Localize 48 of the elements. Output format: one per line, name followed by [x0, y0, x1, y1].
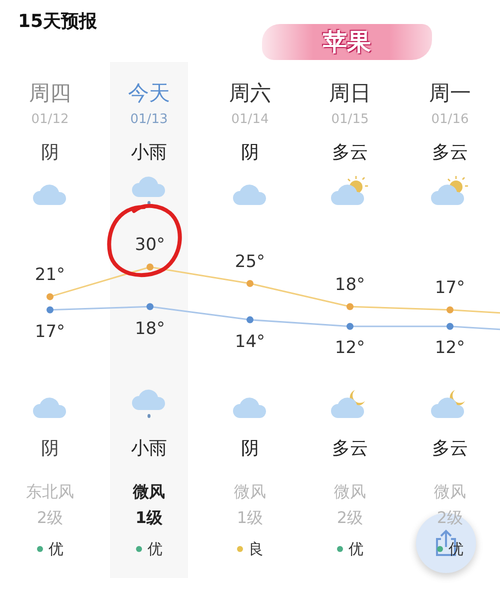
sun-cloud-icon [330, 175, 370, 207]
day-weather: 小雨 [131, 141, 167, 165]
wind-level: 1级 [236, 507, 264, 529]
date-label: 01/15 [331, 111, 369, 129]
night-weather: 阴 [41, 437, 59, 461]
day-weather: 多云 [332, 141, 368, 165]
weekday-label: 周四 [29, 80, 71, 106]
aqi-label: 优 [148, 542, 162, 556]
low-temperature: 18° [134, 318, 166, 341]
aqi-label: 良 [248, 542, 264, 556]
date-label: 01/13 [130, 111, 168, 129]
high-temperature: 21° [34, 264, 66, 287]
page-title: 15天预报 [18, 10, 98, 34]
wind-direction: 微风 [334, 481, 366, 503]
high-temperature: 17° [434, 276, 466, 300]
aqi-label: 优 [48, 542, 64, 556]
wind-direction: 微风 [234, 481, 266, 503]
weekday-label: 周六 [229, 80, 271, 106]
weekday-label: 周一 [429, 80, 471, 106]
low-temperature: 17° [34, 320, 66, 344]
high-temperature: 30° [134, 234, 166, 257]
weekday-label: 周日 [329, 80, 371, 106]
wind-direction: 微风 [133, 481, 165, 503]
wind-level: 1级 [135, 507, 163, 529]
night-weather: 阴 [241, 437, 259, 461]
day-weather: 阴 [241, 141, 259, 165]
weekday-label: 今天 [128, 80, 170, 106]
day-weather: 阴 [41, 141, 59, 165]
aqi-label: 优 [348, 542, 364, 556]
wind-level: 2级 [336, 507, 364, 529]
night-weather: 多云 [332, 437, 368, 461]
night-weather: 小雨 [131, 437, 167, 461]
wind-level: 2级 [36, 507, 64, 529]
date-label: 01/14 [231, 111, 269, 129]
wind-direction: 微风 [434, 481, 466, 503]
annotation-sticker: 苹果 [262, 24, 432, 60]
sun-cloud-icon [430, 175, 470, 207]
wind-direction: 东北风 [26, 481, 74, 503]
date-label: 01/12 [31, 111, 69, 129]
wind-level: 2级 [436, 507, 464, 529]
low-temperature: 14° [234, 330, 266, 354]
day-weather: 多云 [432, 141, 468, 165]
high-temperature: 18° [334, 274, 366, 297]
low-temperature: 12° [334, 337, 366, 360]
high-temperature: 25° [234, 250, 266, 274]
low-temperature: 12° [434, 337, 466, 360]
night-weather: 多云 [432, 437, 468, 461]
date-label: 01/16 [431, 111, 469, 129]
